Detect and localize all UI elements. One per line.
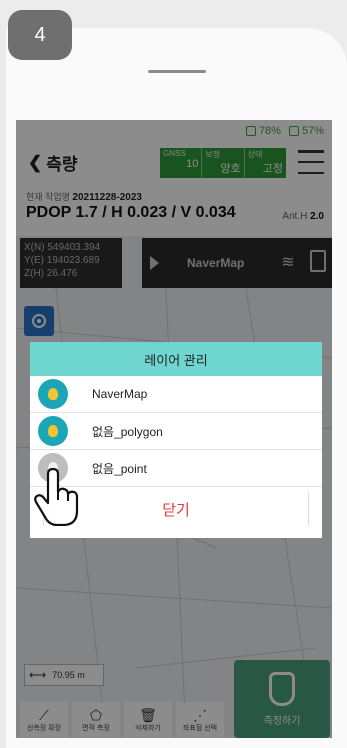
dialog-title: 레이어 관리 [30,342,322,376]
close-button[interactable]: 닫기 [43,492,309,526]
app-screen: 78% 57% ❮ 측량 GNSS 10 보정 양호 상태 고정 현재 작업명 … [16,120,332,738]
step-number: 4 [34,23,46,46]
lightbulb-on-icon[interactable] [38,416,68,446]
lightbulb-on-icon[interactable] [38,379,68,409]
tap-hand-icon [34,468,79,526]
layer-row-polygon[interactable]: 없음_polygon [30,413,322,450]
step-badge: 4 [8,10,72,60]
layer-row-navermap[interactable]: NaverMap [30,376,322,413]
sheet-grabber[interactable] [148,70,206,73]
